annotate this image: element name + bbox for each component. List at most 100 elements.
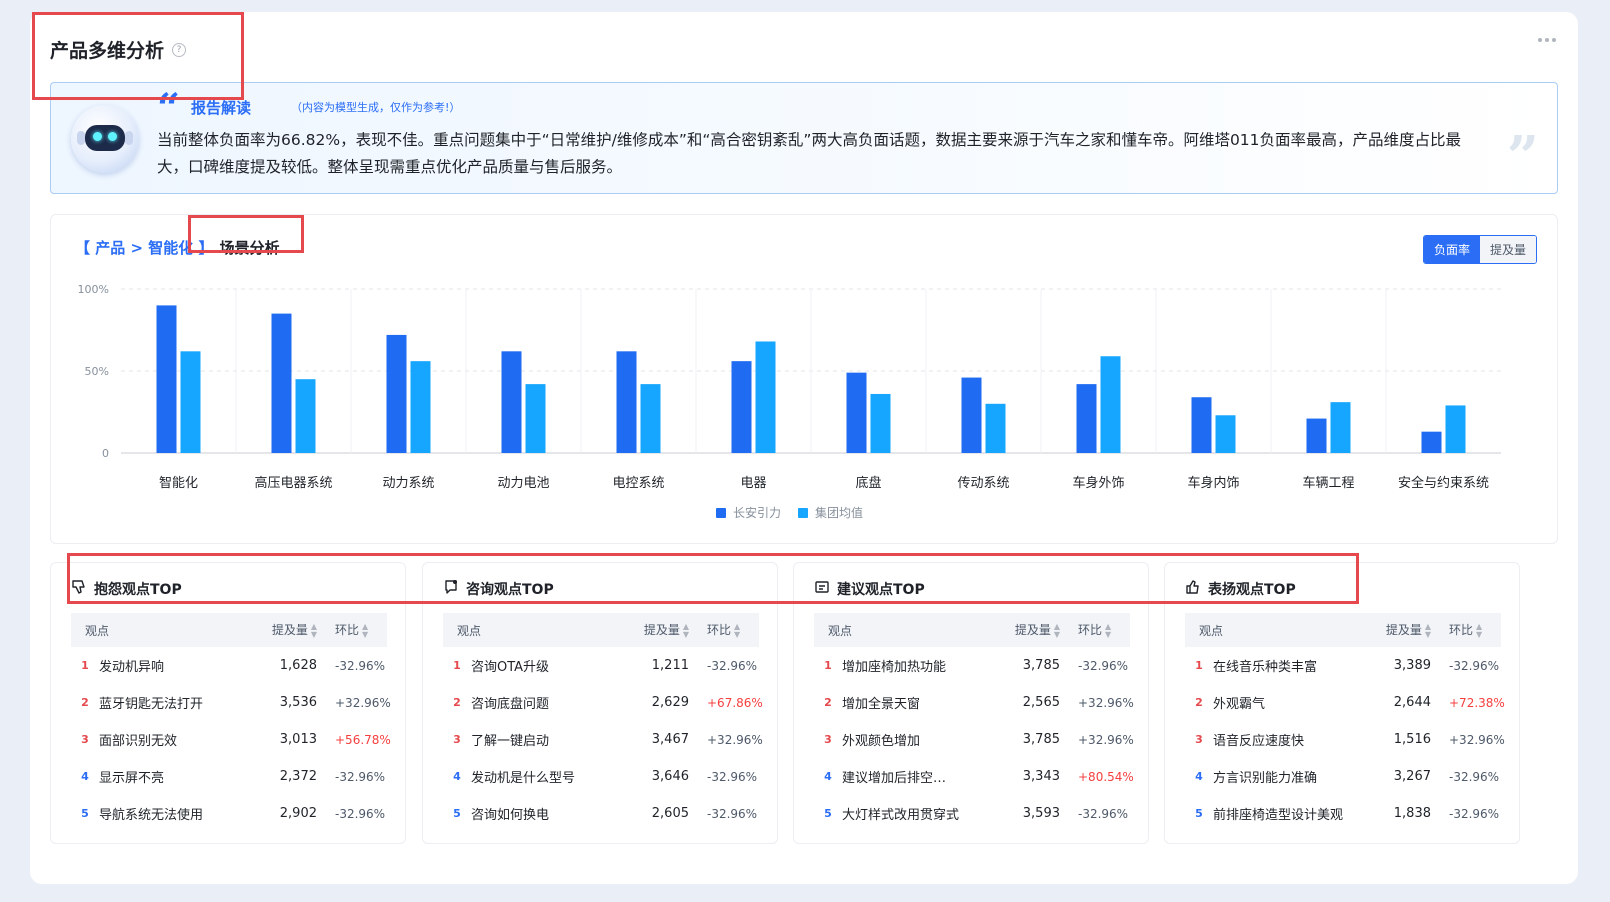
table-row[interactable]: 1 增加座椅加热功能 3,785 -32.96% <box>814 647 1130 684</box>
legend-label[interactable]: 长安引力 <box>733 505 781 520</box>
x-tick-label: 车身外饰 <box>1072 475 1124 491</box>
change-value: -32.96% <box>707 806 758 821</box>
table-row[interactable]: 1 在线音乐种类丰富 3,389 -32.96% <box>1185 647 1501 684</box>
bar-secondary[interactable] <box>1215 415 1236 453</box>
bar-primary[interactable] <box>1306 418 1327 453</box>
change-value: -32.96% <box>335 769 386 784</box>
panel-table: 观点 提及量 ▲ ▼ 环比 ▲ ▼ 1 咨询OTA升级 1,211 -32.96% 2 咨询底盘问题 2,… <box>443 613 763 832</box>
header-view: 观点 <box>457 623 482 638</box>
table-header: 观点 提及量 ▲ ▼ 环比 ▲ ▼ <box>71 613 387 647</box>
panel-2: 建议观点TOP 观点 提及量 ▲ ▼ 环比 ▲ ▼ 1 增加座椅加热功能 3,785 -32.96% 2… <box>793 562 1149 844</box>
mention-count: 2,644 <box>1393 695 1431 710</box>
header-count[interactable]: 提及量 ▲ ▼ <box>619 621 699 639</box>
view-text: 增加全景天窗 <box>842 697 921 712</box>
panel-header: 抱怨观点TOP <box>71 579 182 599</box>
top-panels: 抱怨观点TOP 观点 提及量 ▲ ▼ 环比 ▲ ▼ 1 发动机异响 1,628 -32.96% 2 蓝牙钥… <box>50 562 1558 854</box>
view-text: 前排座椅造型设计美观 <box>1213 808 1344 823</box>
mention-count: 3,785 <box>1022 658 1060 673</box>
rank-number: 1 <box>824 659 832 672</box>
mention-count: 3,343 <box>1022 769 1060 784</box>
table-row[interactable]: 2 蓝牙钥匙无法打开 3,536 +32.96% <box>71 684 391 721</box>
bar-secondary[interactable] <box>180 351 201 453</box>
thumbs-up-icon <box>1185 579 1201 599</box>
table-row[interactable]: 3 了解一键启动 3,467 +32.96% <box>443 721 763 758</box>
bar-primary[interactable] <box>501 351 522 453</box>
bar-secondary[interactable] <box>525 384 546 453</box>
bar-primary[interactable] <box>616 351 637 453</box>
rank-number: 5 <box>453 807 461 820</box>
change-value: +32.96% <box>707 732 763 747</box>
rank-number: 5 <box>824 807 832 820</box>
rank-number: 1 <box>453 659 461 672</box>
table-row[interactable]: 4 显示屏不亮 2,372 -32.96% <box>71 758 387 795</box>
table-row[interactable]: 4 建议增加后排空… 3,343 +80.54% <box>814 758 1134 795</box>
bar-secondary[interactable] <box>295 379 316 453</box>
table-row[interactable]: 2 外观霸气 2,644 +72.38% <box>1185 684 1505 721</box>
mention-count: 1,211 <box>651 658 689 673</box>
bar-primary[interactable] <box>386 334 407 453</box>
table-row[interactable]: 1 咨询OTA升级 1,211 -32.96% <box>443 647 759 684</box>
bar-secondary[interactable] <box>985 403 1006 453</box>
table-row[interactable]: 2 增加全景天窗 2,565 +32.96% <box>814 684 1134 721</box>
mention-count: 2,565 <box>1022 695 1060 710</box>
table-row[interactable]: 4 发动机是什么型号 3,646 -32.96% <box>443 758 759 795</box>
bar-primary[interactable] <box>1076 384 1097 453</box>
bar-primary[interactable] <box>846 372 867 453</box>
bar-secondary[interactable] <box>410 361 431 453</box>
help-icon[interactable]: ? <box>172 42 187 57</box>
quote-open-icon: “ <box>157 85 181 132</box>
table-row[interactable]: 5 咨询如何换电 2,605 -32.96% <box>443 795 759 832</box>
change-value: +56.78% <box>335 732 391 747</box>
header-count[interactable]: 提及量 ▲ ▼ <box>1361 621 1441 639</box>
mention-count: 2,902 <box>279 806 317 821</box>
quote-close-icon: ” <box>1506 124 1539 190</box>
change-value: -32.96% <box>1449 806 1500 821</box>
header-change[interactable]: 环比 ▲ ▼ <box>1441 621 1501 639</box>
bar-primary[interactable] <box>271 313 292 453</box>
table-row[interactable]: 3 外观颜色增加 3,785 +32.96% <box>814 721 1134 758</box>
bar-secondary[interactable] <box>1330 402 1351 453</box>
bar-primary[interactable] <box>156 305 177 453</box>
bar-secondary[interactable] <box>870 393 891 453</box>
bar-secondary[interactable] <box>640 384 661 453</box>
view-text: 在线音乐种类丰富 <box>1213 660 1318 675</box>
header-change[interactable]: 环比 ▲ ▼ <box>1070 621 1130 639</box>
mention-count: 3,467 <box>651 732 689 747</box>
bar-primary[interactable] <box>961 377 982 453</box>
mention-count: 3,267 <box>1393 769 1431 784</box>
view-text: 咨询OTA升级 <box>471 660 550 675</box>
table-row[interactable]: 2 咨询底盘问题 2,629 +67.86% <box>443 684 763 721</box>
legend-label[interactable]: 集团均值 <box>815 505 863 520</box>
table-row[interactable]: 5 导航系统无法使用 2,902 -32.96% <box>71 795 387 832</box>
header-count[interactable]: 提及量 ▲ ▼ <box>247 621 327 639</box>
bar-primary[interactable] <box>1421 431 1442 453</box>
bar-secondary[interactable] <box>755 341 776 453</box>
panel-table: 观点 提及量 ▲ ▼ 环比 ▲ ▼ 1 在线音乐种类丰富 3,389 -32.96% 2 外观霸气 2,6… <box>1185 613 1505 832</box>
mention-count: 2,629 <box>651 695 689 710</box>
bar-secondary[interactable] <box>1445 405 1466 453</box>
bar-primary[interactable] <box>731 361 752 453</box>
more-options-icon[interactable] <box>1538 38 1556 42</box>
table-row[interactable]: 5 前排座椅造型设计美观 1,838 -32.96% <box>1185 795 1501 832</box>
header-change[interactable]: 环比 ▲ ▼ <box>699 621 759 639</box>
change-value: +72.38% <box>1449 695 1505 710</box>
table-row[interactable]: 5 大灯样式改用贯穿式 3,593 -32.96% <box>814 795 1130 832</box>
header-view: 观点 <box>85 623 110 638</box>
bar-primary[interactable] <box>1191 397 1212 453</box>
rank-number: 3 <box>453 733 461 746</box>
view-text: 建议增加后排空… <box>842 771 947 786</box>
rank-number: 1 <box>1195 659 1203 672</box>
table-row[interactable]: 4 方言识别能力准确 3,267 -32.96% <box>1185 758 1501 795</box>
change-value: -32.96% <box>1449 769 1500 784</box>
scene-analysis-card: 【 产品 > 智能化 】 场景分析 负面率 提及量 100% 50% 0 智能化 高压电… <box>50 214 1558 544</box>
header-count[interactable]: 提及量 ▲ ▼ <box>990 621 1070 639</box>
table-row[interactable]: 3 语音反应速度快 1,516 +32.96% <box>1185 721 1505 758</box>
table-row[interactable]: 1 发动机异响 1,628 -32.96% <box>71 647 387 684</box>
change-value: -32.96% <box>335 806 386 821</box>
sort-icon: ▲ ▼ <box>362 621 369 639</box>
header-change[interactable]: 环比 ▲ ▼ <box>327 621 387 639</box>
view-text: 增加座椅加热功能 <box>842 660 947 675</box>
table-row[interactable]: 3 面部识别无效 3,013 +56.78% <box>71 721 391 758</box>
bar-secondary[interactable] <box>1100 356 1121 453</box>
x-tick-label: 车身内饰 <box>1187 475 1239 491</box>
